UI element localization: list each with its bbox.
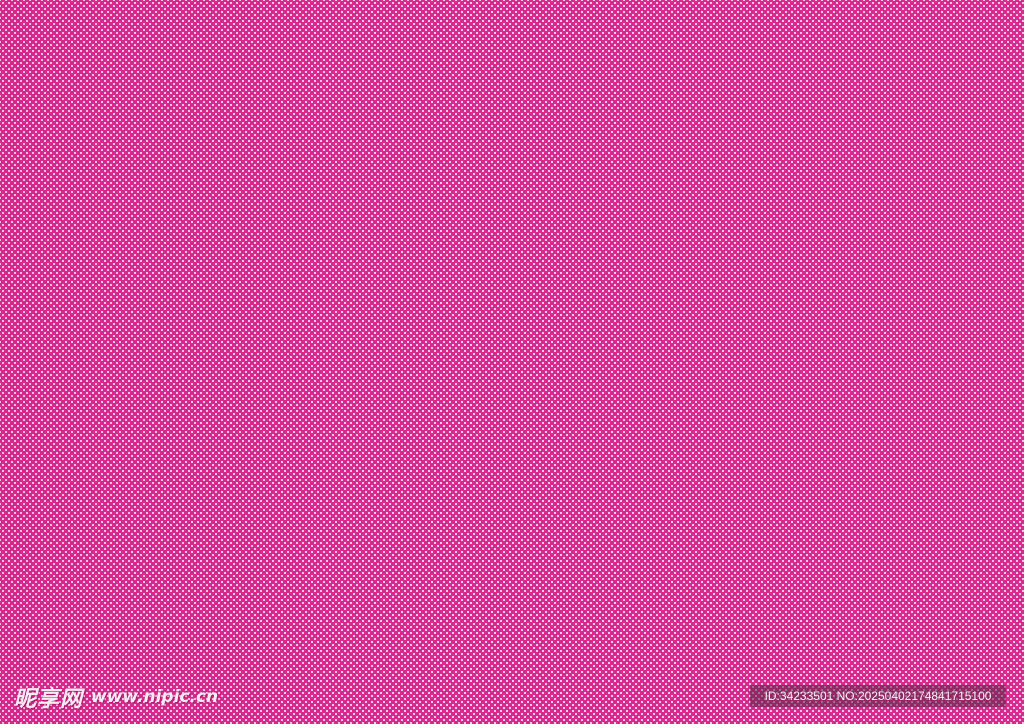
- site-watermark-logo: 昵享网 www.nipic.cn: [14, 682, 218, 712]
- background-tint: [0, 0, 1024, 724]
- watermark-url: www.nipic.cn: [91, 687, 219, 707]
- patterned-background: 昵享网 www.nipic.cn ID:34233501 NO:20250402…: [0, 0, 1024, 724]
- image-id-stamp: ID:34233501 NO:20250402174841715100: [750, 685, 1006, 707]
- watermark-logo-text: 昵享网: [14, 687, 84, 712]
